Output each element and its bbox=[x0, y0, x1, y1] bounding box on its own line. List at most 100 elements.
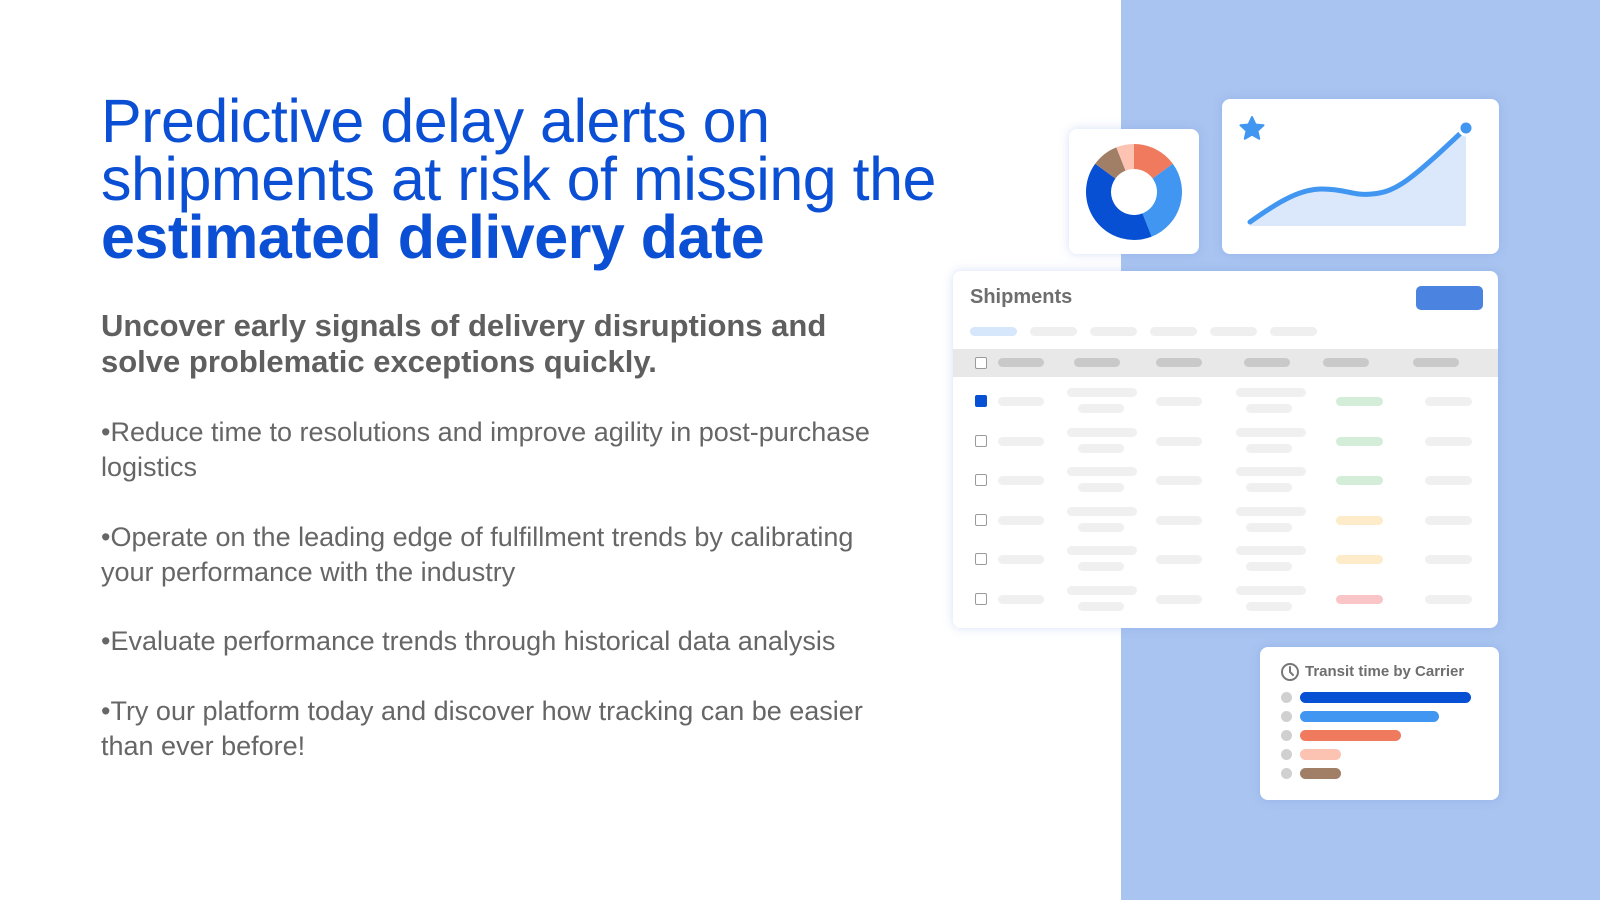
table-cell bbox=[1425, 555, 1472, 564]
table-cell bbox=[1078, 483, 1124, 492]
table-cell bbox=[1067, 467, 1137, 476]
table-cell bbox=[1425, 476, 1472, 485]
status-badge bbox=[1336, 397, 1383, 406]
table-cell bbox=[1236, 388, 1306, 397]
column-header[interactable] bbox=[1413, 358, 1459, 367]
table-cell bbox=[998, 555, 1044, 564]
table-cell bbox=[1078, 601, 1124, 611]
tab[interactable] bbox=[1270, 327, 1317, 336]
row-checkbox[interactable] bbox=[975, 553, 987, 565]
clock-icon bbox=[1281, 663, 1299, 681]
table-cell bbox=[1425, 397, 1472, 406]
trend-endpoint bbox=[1457, 119, 1475, 137]
donut-chart bbox=[1086, 144, 1182, 240]
table-cell bbox=[1425, 515, 1472, 525]
headline-text: Predictive delay alerts on shipments at … bbox=[101, 87, 936, 213]
table-cell bbox=[1078, 443, 1124, 453]
status-badge bbox=[1336, 515, 1383, 525]
table-cell bbox=[1067, 388, 1137, 397]
table-cell bbox=[1156, 555, 1202, 564]
column-header[interactable] bbox=[1074, 358, 1120, 367]
bullet-item: •Evaluate performance trends through his… bbox=[101, 626, 836, 656]
table-cell bbox=[1246, 483, 1292, 492]
table-cell bbox=[1246, 404, 1292, 413]
carrier-avatar bbox=[1281, 749, 1292, 760]
tab[interactable] bbox=[1090, 327, 1137, 336]
trend-area bbox=[1250, 128, 1466, 226]
shipments-action-button[interactable] bbox=[1416, 286, 1483, 310]
table-cell bbox=[1156, 397, 1202, 406]
donut-slice bbox=[1142, 163, 1182, 237]
table-cell bbox=[1236, 467, 1306, 476]
table-cell bbox=[1236, 506, 1306, 516]
bullet-item: •Operate on the leading edge of fulfillm… bbox=[101, 522, 854, 587]
status-badge bbox=[1336, 594, 1383, 604]
shipments-title: Shipments bbox=[970, 286, 1073, 308]
table-cell bbox=[1067, 506, 1137, 516]
table-cell bbox=[1078, 404, 1124, 413]
table-cell bbox=[1067, 585, 1137, 595]
tab[interactable] bbox=[1030, 327, 1077, 336]
transit-bar bbox=[1300, 692, 1471, 703]
table-cell bbox=[1236, 427, 1306, 437]
donut-slice bbox=[1086, 163, 1152, 240]
tab[interactable] bbox=[1210, 327, 1257, 336]
transit-title: Transit time by Carrier bbox=[1305, 663, 1465, 680]
table-cell bbox=[1078, 562, 1124, 571]
shipments-card: Shipments bbox=[953, 271, 1498, 628]
table-cell bbox=[998, 515, 1044, 525]
table-cell bbox=[1067, 427, 1137, 437]
bullet-item: •Reduce time to resolutions and improve … bbox=[101, 417, 870, 482]
table-cell bbox=[998, 397, 1044, 406]
transit-bar bbox=[1300, 768, 1342, 779]
select-all-checkbox[interactable] bbox=[975, 357, 987, 369]
headline-emphasis: estimated delivery date bbox=[101, 203, 765, 271]
table-cell bbox=[1425, 436, 1472, 446]
transit-bar bbox=[1300, 711, 1439, 722]
carrier-avatar bbox=[1281, 692, 1292, 703]
status-badge bbox=[1336, 555, 1383, 564]
donut-card bbox=[1069, 129, 1199, 254]
subheading: Uncover early signals of delivery disrup… bbox=[101, 308, 827, 379]
trend-card bbox=[1222, 99, 1499, 254]
trend-chart bbox=[1239, 116, 1475, 226]
transit-bar bbox=[1300, 730, 1401, 741]
table-cell bbox=[1156, 476, 1202, 485]
table-cell bbox=[1156, 515, 1202, 525]
page-title: Predictive delay alerts on shipments at … bbox=[101, 91, 961, 268]
transit-card: Transit time by Carrier bbox=[1260, 647, 1499, 800]
table-cell bbox=[1246, 562, 1292, 571]
transit-bar bbox=[1300, 749, 1342, 760]
carrier-avatar bbox=[1281, 730, 1292, 741]
row-checkbox[interactable] bbox=[975, 474, 987, 486]
row-checkbox[interactable] bbox=[975, 395, 987, 407]
table-cell bbox=[1246, 522, 1292, 532]
table-cell bbox=[1425, 594, 1472, 604]
row-checkbox[interactable] bbox=[975, 434, 987, 447]
table-cell bbox=[1156, 594, 1202, 604]
carrier-avatar bbox=[1281, 768, 1292, 779]
row-checkbox[interactable] bbox=[975, 592, 987, 605]
carrier-avatar bbox=[1281, 711, 1292, 722]
tab[interactable] bbox=[1150, 327, 1197, 336]
bullet-item: •Try our platform today and discover how… bbox=[101, 696, 863, 761]
table-cell bbox=[1067, 546, 1137, 555]
tab[interactable] bbox=[970, 327, 1017, 336]
table-cell bbox=[1236, 585, 1306, 595]
table-cell bbox=[1246, 443, 1292, 453]
column-header[interactable] bbox=[998, 358, 1044, 367]
star-icon bbox=[1239, 116, 1265, 140]
column-header[interactable] bbox=[1244, 358, 1290, 367]
table-cell bbox=[998, 476, 1044, 485]
column-header[interactable] bbox=[1156, 358, 1202, 367]
row-checkbox[interactable] bbox=[975, 513, 987, 526]
status-badge bbox=[1336, 436, 1383, 446]
status-badge bbox=[1336, 476, 1383, 485]
table-cell bbox=[1078, 522, 1124, 532]
column-header[interactable] bbox=[1323, 358, 1369, 367]
table-cell bbox=[1236, 546, 1306, 555]
table-cell bbox=[1156, 436, 1202, 446]
table-cell bbox=[998, 594, 1044, 604]
table-cell bbox=[998, 436, 1044, 446]
table-cell bbox=[1246, 601, 1292, 611]
